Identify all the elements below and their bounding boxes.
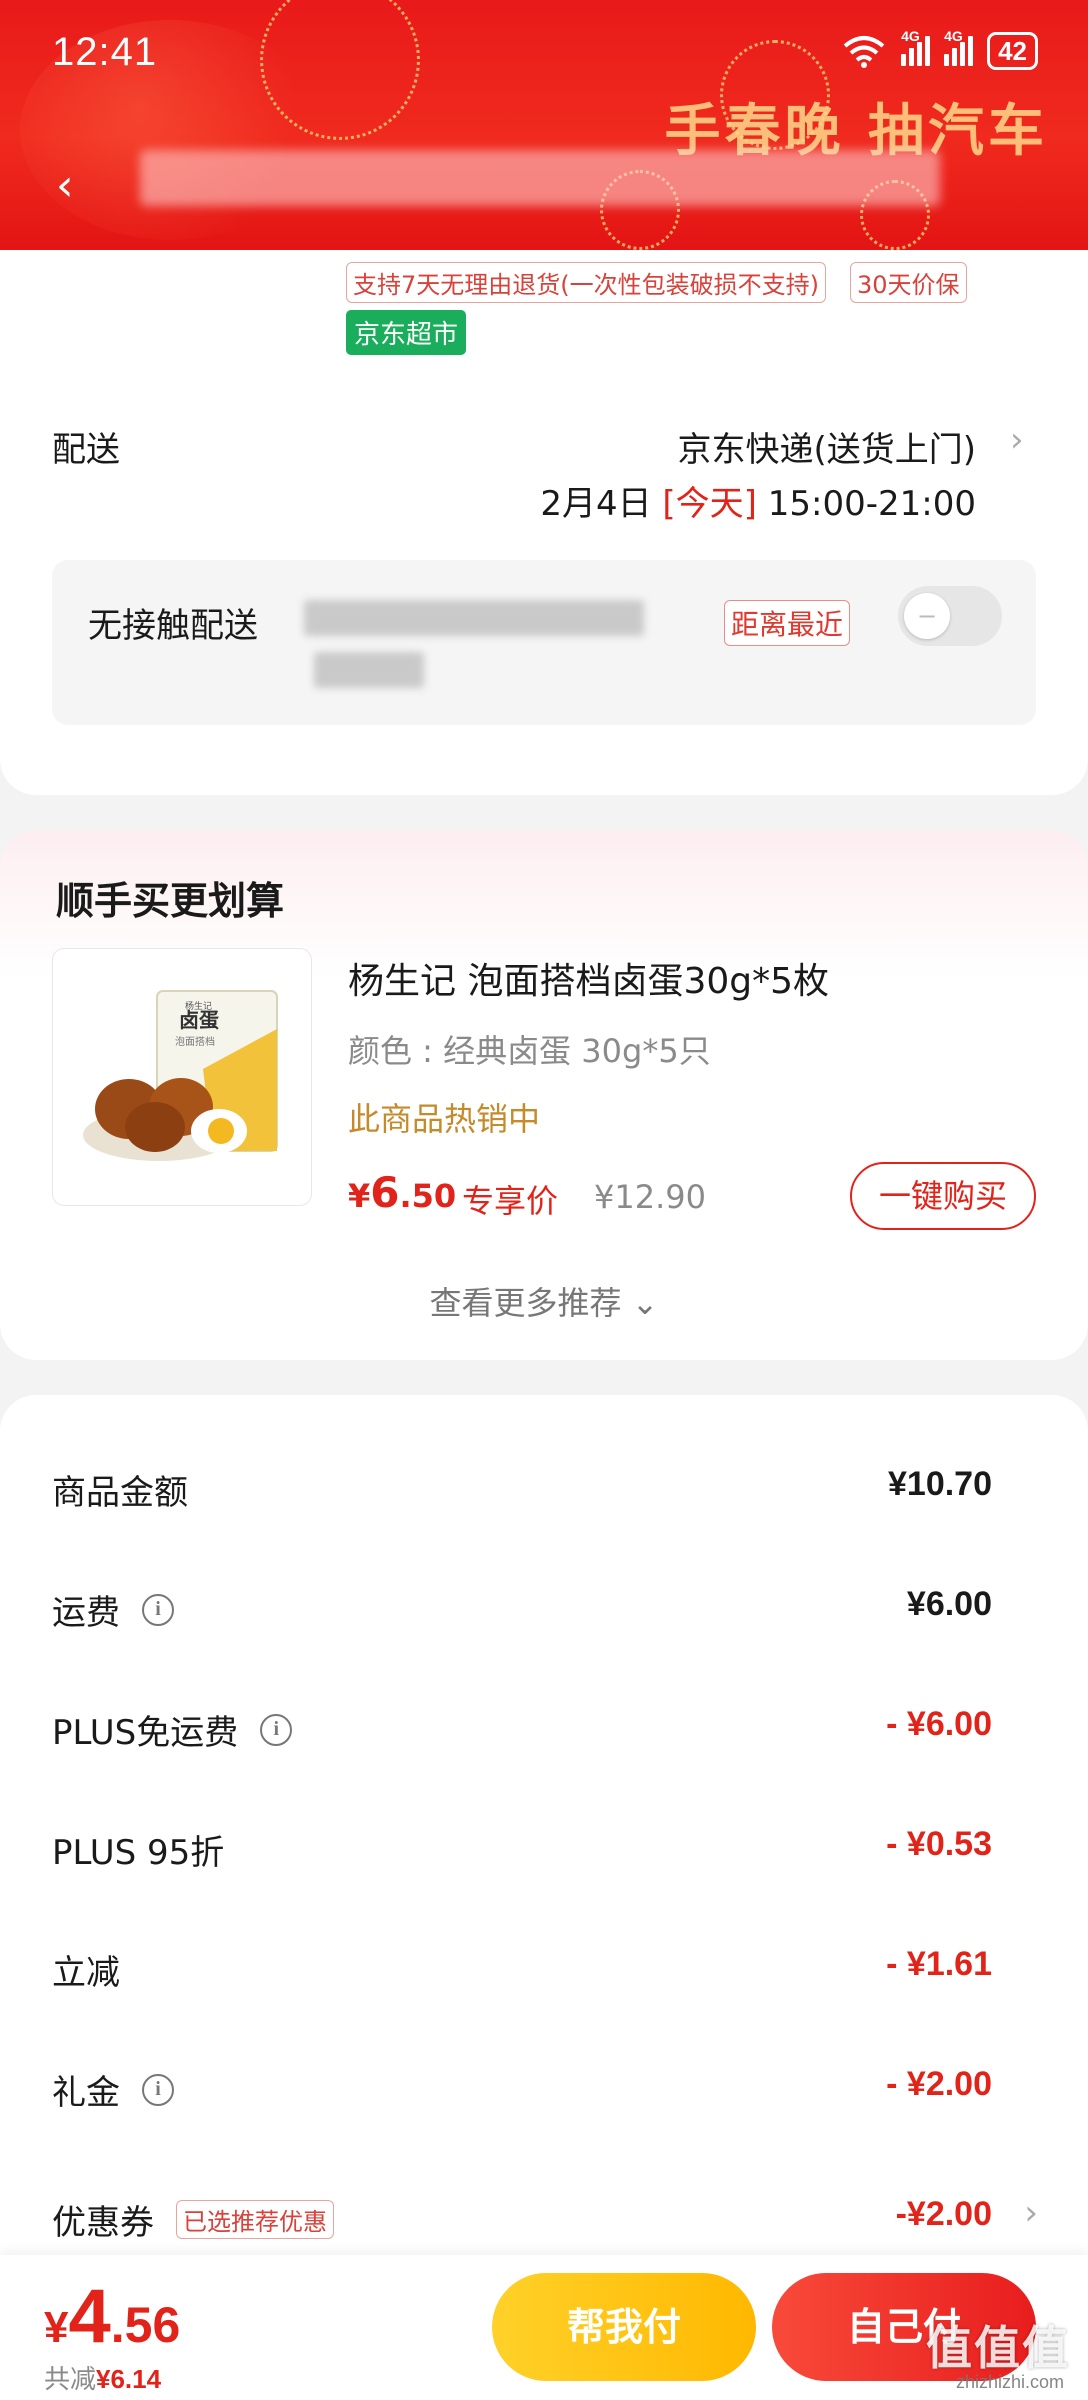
- watermark-url: zhizhizhi.com: [955, 2372, 1064, 2392]
- blurred-text: [304, 600, 644, 636]
- cost-value: - ¥2.00: [886, 2065, 992, 2103]
- cost-row: 运费 i ¥6.00: [52, 1585, 992, 1645]
- status-time: 12:41: [52, 30, 158, 74]
- cost-label-wrap: PLUS 95折: [52, 1825, 224, 1874]
- info-icon[interactable]: i: [142, 2073, 174, 2106]
- product-image[interactable]: 卤蛋 泡面搭档 杨生记: [52, 948, 312, 1206]
- one-click-buy-button[interactable]: 一键购买: [850, 1162, 1036, 1230]
- product-price: ¥6.50: [348, 1168, 456, 1217]
- cost-label-wrap: 运费 i: [52, 1585, 174, 1634]
- checkout-bar: ¥4.56 共减¥6.14 帮我付 自己付: [0, 2255, 1088, 2400]
- cost-label-wrap: 礼金 i: [52, 2065, 174, 2114]
- watermark: 值值值: [926, 2321, 1070, 2375]
- info-icon[interactable]: i: [142, 1593, 174, 1626]
- delivery-time: 2月4日 [今天] 15:00-21:00: [540, 476, 976, 525]
- cost-value: - ¥6.00: [886, 1705, 992, 1743]
- coupon-value: -¥2.00: [895, 2195, 992, 2233]
- cost-label-wrap: PLUS免运费 i: [52, 1705, 293, 1754]
- return-policy-tag: 支持7天无理由退货(一次性包装破损不支持): [346, 262, 826, 303]
- pay-for-me-button[interactable]: 帮我付: [492, 2273, 756, 2381]
- signal-icon: 4G: [901, 28, 931, 66]
- coupon-label-wrap: 优惠券 已选推荐优惠: [52, 2195, 334, 2244]
- coupon-row[interactable]: 优惠券 已选推荐优惠 -¥2.00 ›: [52, 2193, 1038, 2255]
- cost-row: 立减 - ¥1.61: [52, 1945, 992, 2005]
- contactless-box: 无接触配送 距离最近 −: [52, 560, 1036, 725]
- store-tag: 京东超市: [346, 310, 467, 355]
- cost-label: 立减: [52, 1953, 120, 1993]
- product-spec: 颜色 : 经典卤蛋 30g*5只: [348, 1032, 711, 1070]
- total-integer: 4: [68, 2274, 111, 2359]
- cost-row: PLUS免运费 i - ¥6.00: [52, 1705, 992, 1765]
- cost-breakdown-card: 商品金额 ¥10.70 运费 i ¥6.00 PLUS免运费 i - ¥6.00 PLUS 95…: [0, 1395, 1088, 2400]
- price-symbol: ¥: [348, 1177, 371, 1215]
- address-blurred: [140, 150, 940, 206]
- egg-package-illustration: 卤蛋 泡面搭档 杨生记: [83, 990, 278, 1161]
- saved-amount: 共减¥6.14: [44, 2359, 161, 2396]
- coupon-label: 优惠券: [52, 2203, 154, 2243]
- chevron-right-icon[interactable]: ›: [1010, 420, 1024, 460]
- delivery-date: 2月4日: [540, 484, 652, 524]
- total-symbol: ¥: [44, 2303, 69, 2352]
- cost-row: 商品金额 ¥10.70: [52, 1465, 992, 1525]
- blurred-text: [314, 652, 424, 688]
- cost-value: - ¥1.61: [886, 1945, 992, 1983]
- delivery-label: 配送: [52, 430, 120, 470]
- header-banner: 12:41 4G 4G 42 手春晚 抽汽车 ‹: [0, 0, 1088, 250]
- info-icon[interactable]: i: [260, 1713, 293, 1746]
- recommend-title: 顺手买更划算: [56, 879, 285, 923]
- delivery-window: 15:00-21:00: [767, 484, 976, 524]
- nearest-tag: 距离最近: [724, 600, 851, 646]
- price-integer: 6: [370, 1168, 400, 1217]
- cost-label: PLUS免运费: [52, 1713, 239, 1753]
- contactless-toggle[interactable]: −: [898, 586, 1002, 646]
- battery-indicator: 42: [987, 32, 1038, 70]
- cost-label: 商品金额: [52, 1473, 188, 1513]
- cost-label: 礼金: [52, 2073, 120, 2113]
- chevron-right-icon[interactable]: ›: [1024, 2193, 1038, 2233]
- product-name[interactable]: 杨生记 泡面搭档卤蛋30g*5枚: [348, 952, 829, 1004]
- product-hot-label: 此商品热销中: [348, 1100, 541, 1138]
- package-subtitle: 泡面搭档: [175, 1035, 215, 1048]
- package-brand: 杨生记: [185, 1000, 212, 1012]
- status-icons: 4G 4G 42: [841, 28, 1038, 70]
- checkout-page: 12:41 4G 4G 42 手春晚 抽汽车 ‹ 支持7天无理由退货(一次性包装…: [0, 0, 1088, 2400]
- total-decimal: .56: [110, 2297, 181, 2353]
- coupon-recommend-tag: 已选推荐优惠: [176, 2200, 334, 2239]
- delivery-today: [今天]: [662, 484, 757, 524]
- delivery-card: 支持7天无理由退货(一次性包装破损不支持) 30天价保 京东超市 配送 京东快递…: [0, 250, 1088, 795]
- recommend-card: 顺手买更划算 卤蛋 泡面搭档 杨生记 杨生记 泡面搭档卤蛋30g*5枚 颜色 :…: [0, 830, 1088, 1360]
- delivery-method[interactable]: 京东快递(送货上门): [677, 422, 976, 471]
- signal-icon: 4G: [944, 28, 974, 66]
- price-protect-tag: 30天价保: [850, 262, 967, 303]
- total-price: ¥4.56: [44, 2273, 180, 2360]
- saved-value: ¥6.14: [96, 2364, 162, 2394]
- toggle-off-icon: −: [904, 593, 950, 639]
- network-type: 4G: [944, 28, 963, 44]
- contactless-label: 无接触配送: [88, 606, 258, 646]
- price-decimal: .50: [399, 1177, 457, 1215]
- cost-value: - ¥0.53: [886, 1825, 992, 1863]
- cost-row: 礼金 i - ¥2.00: [52, 2065, 992, 2125]
- back-arrow-icon[interactable]: ‹: [56, 160, 74, 211]
- cost-label: PLUS 95折: [52, 1833, 225, 1873]
- wifi-icon: [843, 36, 885, 68]
- cost-value: ¥10.70: [888, 1465, 992, 1503]
- original-price: ¥12.90: [594, 1178, 706, 1216]
- cost-label-wrap: 商品金额: [52, 1465, 188, 1514]
- cost-value: ¥6.00: [906, 1585, 992, 1623]
- saved-label: 共减: [44, 2365, 97, 2395]
- cost-label: 运费: [52, 1593, 120, 1633]
- more-recommend-link[interactable]: 查看更多推荐 ⌄: [0, 1278, 1088, 1324]
- cost-row: PLUS 95折 - ¥0.53: [52, 1825, 992, 1885]
- cost-label-wrap: 立减: [52, 1945, 120, 1994]
- exclusive-price-label: 专享价: [462, 1182, 559, 1220]
- network-type: 4G: [901, 28, 920, 44]
